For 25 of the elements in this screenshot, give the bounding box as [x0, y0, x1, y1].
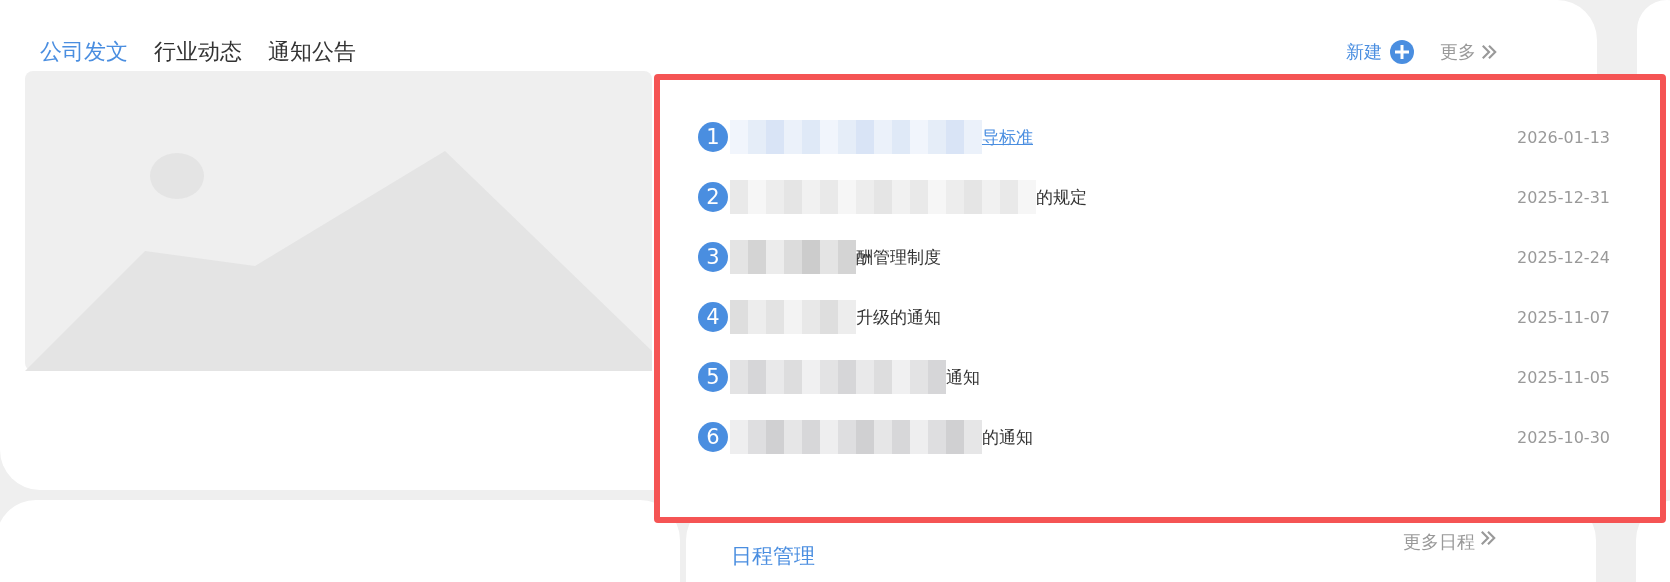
document-link[interactable]: 导标准 — [982, 125, 1033, 149]
document-date: 2026-01-13 — [1517, 127, 1610, 147]
schedule-title: 日程管理 — [731, 543, 815, 570]
double-chevron-icon[interactable] — [1480, 530, 1496, 546]
tab[interactable]: 行业动态 — [154, 37, 242, 67]
number-badge: 6 — [698, 422, 728, 452]
number-badge: 1 — [698, 122, 728, 152]
document-link[interactable]: 通知 — [946, 365, 980, 389]
document-link[interactable]: 酬管理制度 — [856, 245, 941, 269]
number-badge: 3 — [698, 242, 728, 272]
document-date: 2025-11-05 — [1517, 367, 1610, 387]
document-link[interactable]: 的通知 — [982, 425, 1033, 449]
document-date: 2025-12-24 — [1517, 247, 1610, 267]
number-badge: 2 — [698, 182, 728, 212]
document-date: 2025-11-07 — [1517, 307, 1610, 327]
number-badge: 4 — [698, 302, 728, 332]
document-link[interactable]: 升级的通知 — [856, 305, 941, 329]
double-chevron-icon[interactable] — [1481, 44, 1497, 60]
document-date: 2025-12-31 — [1517, 187, 1610, 207]
new-button[interactable]: 新建 — [1346, 40, 1382, 64]
document-date: 2025-10-30 — [1517, 427, 1610, 447]
add-icon[interactable] — [1390, 40, 1414, 64]
tab[interactable]: 通知公告 — [268, 37, 356, 67]
document-link[interactable]: 的规定 — [1036, 185, 1087, 209]
number-badge: 5 — [698, 362, 728, 392]
